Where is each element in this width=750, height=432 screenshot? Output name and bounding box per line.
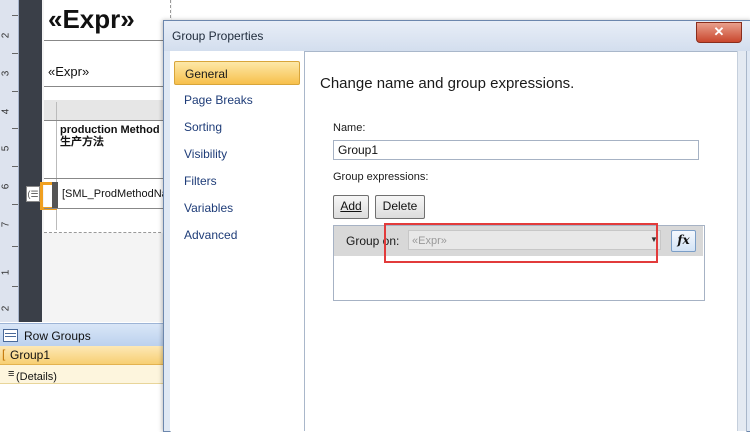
row-groups-pane-header: Row Groups: [0, 323, 170, 346]
report-title-expression[interactable]: «Expr»: [48, 4, 135, 35]
ruler-number: 2: [0, 305, 12, 312]
dialog-titlebar[interactable]: Group Properties ✕: [164, 21, 750, 51]
nav-item-visibility[interactable]: Visibility: [174, 142, 300, 166]
page-heading: Change name and group expressions.: [320, 75, 575, 92]
report-header-expression[interactable]: «Expr»: [48, 64, 89, 79]
ruler-number: 6: [0, 183, 12, 190]
row-selector[interactable]: [52, 182, 58, 208]
nav-item-advanced[interactable]: Advanced: [174, 223, 300, 247]
vertical-scrollbar[interactable]: [737, 51, 746, 431]
name-label: Name:: [333, 122, 366, 134]
ruler-number: 4: [0, 108, 12, 115]
design-gutter: [19, 0, 42, 322]
group-properties-dialog: Group Properties ✕ General Page Breaks S…: [163, 20, 750, 432]
table-column-header-row[interactable]: [44, 100, 170, 120]
group-expressions-label: Group expressions:: [333, 171, 429, 183]
nav-item-filters[interactable]: Filters: [174, 169, 300, 193]
table-detail-cell[interactable]: [SML_ProdMethodNam: [62, 188, 177, 200]
nav-item-general[interactable]: General: [174, 61, 300, 85]
ruler-number: 1: [0, 269, 12, 276]
row-groups-label: Row Groups: [24, 329, 91, 343]
delete-button[interactable]: Delete: [375, 195, 425, 219]
ruler-number: 7: [0, 221, 12, 228]
close-button[interactable]: ✕: [696, 22, 742, 43]
row-handle-icon[interactable]: (☰: [26, 186, 40, 202]
expression-fx-button[interactable]: fx: [671, 230, 696, 252]
nav-item-variables[interactable]: Variables: [174, 196, 300, 220]
nav-item-sorting[interactable]: Sorting: [174, 115, 300, 139]
table-header-cell[interactable]: production Method 生产方法: [60, 124, 160, 148]
nav-item-page-breaks[interactable]: Page Breaks: [174, 88, 300, 112]
row-group-label: ≡ (Details): [8, 368, 57, 383]
dialog-nav: General Page Breaks Sorting Visibility F…: [170, 51, 305, 431]
ruler-number: 3: [0, 70, 12, 77]
name-input[interactable]: [333, 140, 699, 160]
add-button[interactable]: Add: [333, 195, 369, 219]
row-groups-icon: [3, 329, 18, 342]
row-group-label: Group1: [10, 348, 51, 362]
highlight-annotation-box: [384, 223, 658, 263]
dialog-title: Group Properties: [172, 29, 264, 43]
ruler-number: 2: [0, 32, 12, 39]
ruler-number: 5: [0, 145, 12, 152]
row-group-item[interactable]: Group1: [0, 346, 170, 365]
vertical-ruler: 2 3 4 5 6 7 1 2: [0, 0, 19, 322]
row-group-item[interactable]: ≡ (Details): [0, 365, 170, 384]
